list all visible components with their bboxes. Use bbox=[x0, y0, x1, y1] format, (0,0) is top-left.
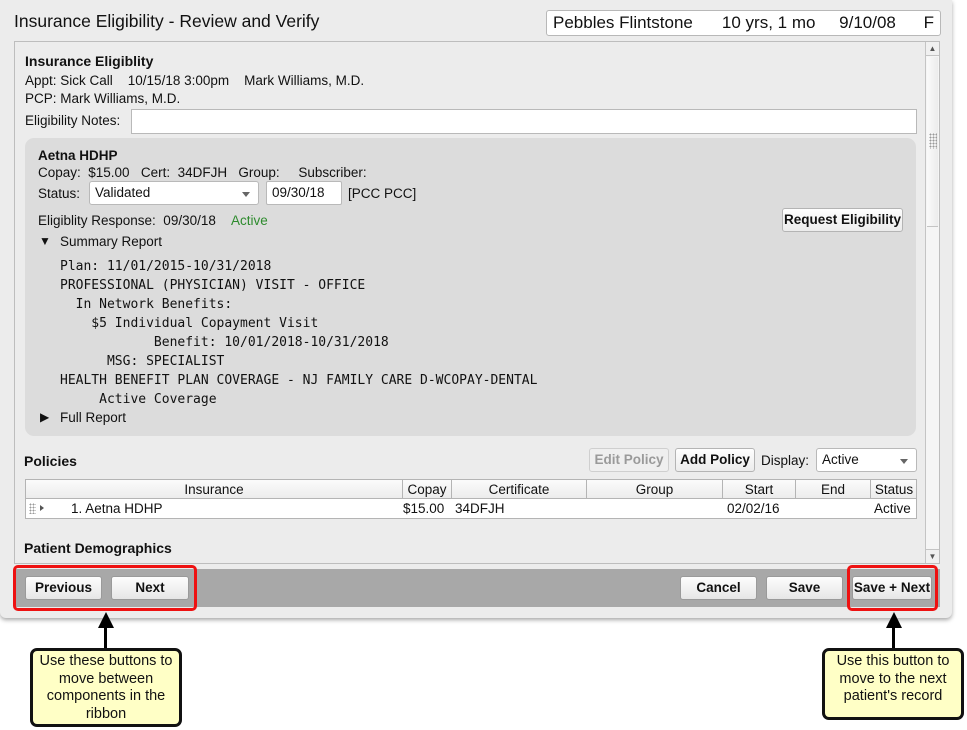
footer-toolbar: Previous Next Cancel Save Save + Next bbox=[14, 569, 940, 607]
display-label: Display: bbox=[761, 453, 810, 468]
patient-name: Pebbles Flintstone bbox=[553, 13, 693, 32]
display-value: Active bbox=[822, 452, 859, 467]
column-header-copay[interactable]: Copay bbox=[403, 480, 452, 499]
insurance-card: Aetna HDHP Copay: $15.00 Cert: 34DFJH Gr… bbox=[25, 138, 916, 436]
eligibility-notes-label: Eligibility Notes: bbox=[25, 113, 121, 128]
summary-line: $5 Individual Copayment Visit bbox=[60, 316, 319, 331]
add-policy-button[interactable]: Add Policy bbox=[675, 448, 755, 472]
demographics-heading: Patient Demographics bbox=[24, 540, 172, 556]
pcp-line: PCP: Mark Williams, M.D. bbox=[25, 91, 181, 106]
status-date-input[interactable]: 09/30/18 bbox=[266, 181, 342, 205]
previous-button[interactable]: Previous bbox=[25, 576, 102, 600]
summary-line: HEALTH BENEFIT PLAN COVERAGE - NJ FAMILY… bbox=[60, 373, 538, 388]
arrow-shaft bbox=[104, 626, 107, 650]
vertical-scrollbar[interactable]: ▲ ▼ bbox=[925, 42, 939, 563]
request-eligibility-button[interactable]: Request Eligibility bbox=[782, 208, 903, 232]
summary-line: Active Coverage bbox=[60, 392, 217, 407]
eligibility-notes-input[interactable] bbox=[131, 109, 917, 134]
table-row[interactable]: 1. Aetna HDHP $15.00 34DFJH 02/02/16 Act… bbox=[26, 499, 916, 518]
policies-heading: Policies bbox=[24, 453, 77, 469]
summary-line: Benefit: 10/01/2018-10/31/2018 bbox=[60, 335, 389, 350]
chevron-down-icon bbox=[900, 459, 908, 464]
expand-row-icon[interactable] bbox=[40, 505, 44, 511]
cell-start: 02/02/16 bbox=[727, 501, 780, 516]
summary-report-toggle[interactable]: ▼ Summary Report bbox=[39, 234, 179, 252]
summary-line: PROFESSIONAL (PHYSICIAN) VISIT - OFFICE bbox=[60, 278, 366, 293]
arrow-shaft bbox=[892, 626, 895, 650]
chevron-down-icon bbox=[242, 192, 250, 197]
column-header-start[interactable]: Start bbox=[723, 480, 796, 499]
scrollbar-thumb[interactable] bbox=[927, 57, 938, 227]
status-value: Validated bbox=[95, 185, 151, 200]
summary-line: MSG: SPECIALIST bbox=[60, 354, 225, 369]
content-pane: Insurance Eligiblity Appt: Sick Call 10/… bbox=[14, 41, 940, 564]
full-report-toggle[interactable]: ▶ Full Report bbox=[39, 410, 159, 428]
patient-banner: Pebbles Flintstone 10 yrs, 1 mo 9/10/08 … bbox=[546, 10, 941, 36]
summary-line: In Network Benefits: bbox=[60, 297, 233, 312]
status-label: Status: bbox=[38, 186, 81, 201]
eligibility-response-label: Eligiblity Response: 09/30/18 bbox=[38, 213, 216, 228]
grip-icon bbox=[929, 133, 937, 149]
eligibility-response-status: Active bbox=[231, 213, 268, 228]
scroll-up-icon[interactable]: ▲ bbox=[926, 42, 939, 56]
column-header-end[interactable]: End bbox=[796, 480, 871, 499]
patient-age: 10 yrs, 1 mo bbox=[721, 13, 816, 32]
insurance-eligibility-window: Insurance Eligibility - Review and Verif… bbox=[0, 0, 952, 618]
edit-policy-button[interactable]: Edit Policy bbox=[589, 448, 669, 472]
left-callout: Use these buttons to move between compon… bbox=[30, 648, 182, 727]
cell-copay: $15.00 bbox=[403, 501, 445, 516]
status-select[interactable]: Validated bbox=[89, 181, 259, 205]
appointment-line: Appt: Sick Call 10/15/18 3:00pm Mark Wil… bbox=[25, 73, 365, 88]
scroll-down-icon[interactable]: ▼ bbox=[926, 549, 939, 563]
cell-status: Active bbox=[874, 501, 911, 516]
window-title: Insurance Eligibility - Review and Verif… bbox=[14, 11, 320, 31]
insurance-name: Aetna HDHP bbox=[38, 148, 118, 163]
right-callout: Use this button to move to the next pati… bbox=[822, 648, 964, 720]
column-header-group[interactable]: Group bbox=[587, 480, 723, 499]
patient-sex: F bbox=[923, 13, 934, 32]
column-header-insurance[interactable]: Insurance bbox=[26, 480, 403, 499]
display-select[interactable]: Active bbox=[816, 448, 917, 472]
cancel-button[interactable]: Cancel bbox=[680, 576, 757, 600]
status-user: [PCC PCC] bbox=[348, 186, 417, 201]
drag-handle-icon[interactable] bbox=[29, 503, 36, 514]
triangle-down-icon: ▼ bbox=[39, 234, 51, 248]
insurance-details: Copay: $15.00 Cert: 34DFJH Group: Subscr… bbox=[38, 165, 367, 180]
triangle-right-icon: ▶ bbox=[40, 410, 50, 424]
column-header-status[interactable]: Status bbox=[871, 480, 917, 499]
next-button[interactable]: Next bbox=[111, 576, 189, 600]
table-header: Insurance Copay Certificate Group Start … bbox=[26, 480, 916, 499]
cell-insurance: 1. Aetna HDHP bbox=[71, 501, 163, 516]
full-report-label: Full Report bbox=[60, 410, 127, 425]
policies-table: Insurance Copay Certificate Group Start … bbox=[25, 479, 917, 519]
summary-report-label: Summary Report bbox=[60, 234, 163, 249]
summary-line: Plan: 11/01/2015-10/31/2018 bbox=[60, 259, 272, 274]
patient-dob: 9/10/08 bbox=[839, 13, 896, 32]
save-next-button[interactable]: Save + Next bbox=[852, 576, 932, 600]
cell-certificate: 34DFJH bbox=[455, 501, 505, 516]
column-header-certificate[interactable]: Certificate bbox=[452, 480, 587, 499]
eligibility-heading: Insurance Eligiblity bbox=[25, 53, 154, 69]
save-button[interactable]: Save bbox=[766, 576, 843, 600]
